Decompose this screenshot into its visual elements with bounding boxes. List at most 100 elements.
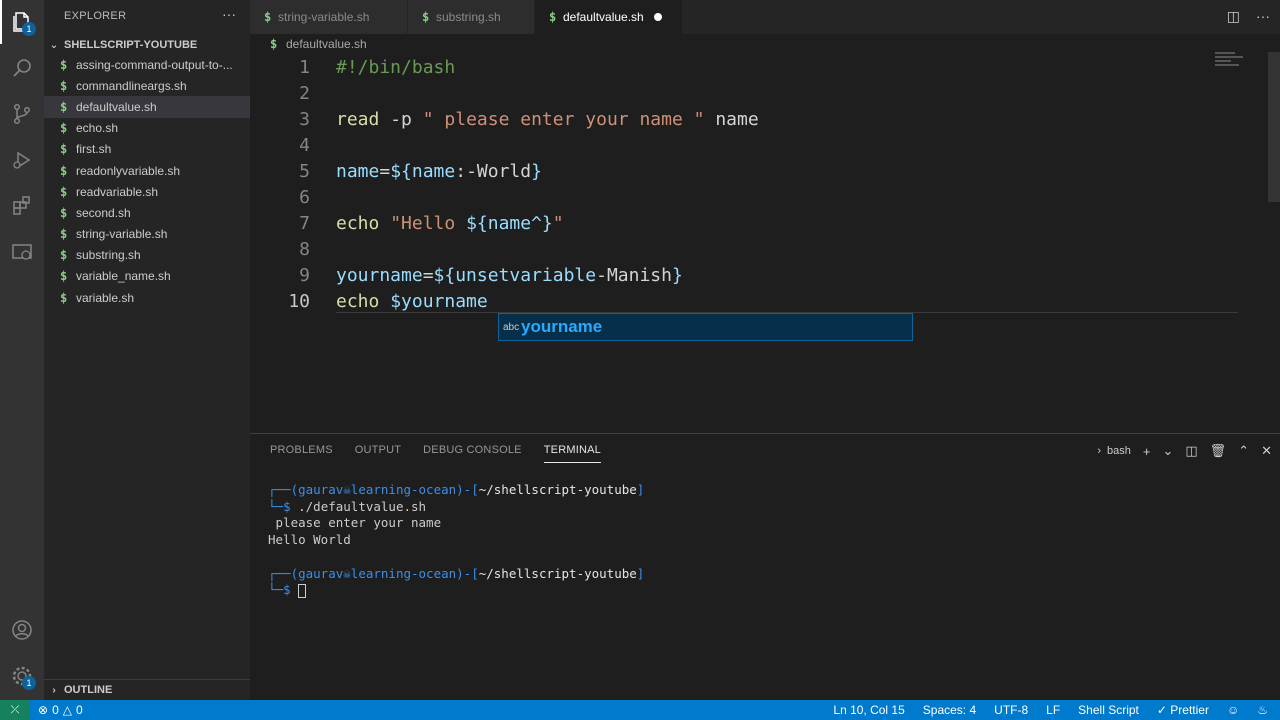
chevron-down-icon[interactable]: ⌄	[1162, 443, 1173, 459]
code-text: #!/bin/bash	[336, 56, 456, 78]
split-editor-icon[interactable]: ◫	[1227, 8, 1240, 25]
formatter-label: Prettier	[1170, 703, 1209, 717]
tab-terminal[interactable]: TERMINAL	[543, 442, 601, 463]
editor-actions: ◫ ···	[1227, 8, 1270, 25]
outline-section[interactable]: › OUTLINE	[44, 679, 250, 700]
split-terminal-icon[interactable]: ◫	[1185, 443, 1197, 459]
terminal-shell-selector[interactable]: › bash	[1097, 445, 1131, 457]
file-item[interactable]: $ variable_name.sh	[44, 266, 250, 287]
breadcrumb[interactable]: $ defaultvalue.sh	[270, 35, 367, 53]
tab-substring[interactable]: $ substring.sh	[408, 0, 535, 34]
extensions-icon[interactable]	[0, 184, 44, 228]
file-label: assing-command-output-to-...	[76, 57, 233, 72]
settings-gear-icon[interactable]: 1	[0, 654, 44, 698]
file-item[interactable]: $ variable.sh	[44, 287, 250, 308]
explorer-title: EXPLORER	[64, 10, 127, 22]
file-item[interactable]: $ string-variable.sh	[44, 224, 250, 245]
feedback-icon[interactable]: ☺	[1227, 703, 1239, 717]
file-item[interactable]: $ readvariable.sh	[44, 181, 250, 202]
terminal-cursor	[298, 583, 307, 598]
cursor-position[interactable]: Ln 10, Col 15	[833, 703, 904, 717]
file-item[interactable]: $ first.sh	[44, 139, 250, 160]
code-text: yourname=${unsetvariable-Manish}	[336, 264, 683, 286]
explorer-icon[interactable]: 1	[0, 0, 44, 44]
autocomplete-suggestion[interactable]: abc yourname	[498, 313, 913, 341]
file-label: second.sh	[76, 205, 131, 220]
file-item[interactable]: $ commandlineargs.sh	[44, 75, 250, 96]
tab-output[interactable]: OUTPUT	[355, 442, 401, 463]
shell-file-icon: $	[60, 78, 68, 93]
file-item[interactable]: $ readonlyvariable.sh	[44, 160, 250, 181]
terminal-output[interactable]: ┌──(gaurav☠learning-ocean)-[~/shellscrip…	[268, 482, 1268, 599]
workspace-folder[interactable]: ⌄ SHELLSCRIPT-YOUTUBE	[44, 34, 250, 56]
error-icon: ⊗	[38, 703, 49, 717]
code-line: 7 echo "Hello ${name^}"	[250, 210, 1250, 236]
file-item[interactable]: $ substring.sh	[44, 245, 250, 266]
prompt-line: ┌──(gaurav☠learning-ocean)-[~/shellscrip…	[268, 565, 645, 581]
tab-label: string-variable.sh	[278, 10, 370, 24]
tab-label: substring.sh	[436, 10, 501, 24]
tab-problems[interactable]: PROBLEMS	[270, 442, 333, 463]
file-label: echo.sh	[76, 121, 119, 136]
editor-scrollbar[interactable]	[1268, 52, 1280, 202]
problems-status[interactable]: ⊗ 0 △ 0	[38, 703, 83, 717]
status-right: Ln 10, Col 15 Spaces: 4 UTF-8 LF Shell S…	[833, 700, 1268, 720]
minimap[interactable]	[1215, 52, 1245, 72]
editor-tab-bar: $ string-variable.sh $ substring.sh $ de…	[250, 0, 1280, 34]
tab-defaultvalue[interactable]: $ defaultvalue.sh	[535, 0, 683, 34]
encoding[interactable]: UTF-8	[994, 703, 1028, 717]
language-mode[interactable]: Shell Script	[1078, 703, 1139, 717]
file-item-active[interactable]: $ defaultvalue.sh	[44, 96, 250, 118]
explorer-badge: 1	[22, 22, 36, 36]
file-label: variable_name.sh	[76, 269, 171, 284]
indentation[interactable]: Spaces: 4	[923, 703, 976, 717]
tab-string-variable[interactable]: $ string-variable.sh	[250, 0, 408, 34]
prettier-status[interactable]: ✓ Prettier	[1157, 703, 1209, 717]
shell-file-icon: $	[60, 121, 68, 136]
line-number: 8	[299, 238, 310, 260]
file-label: commandlineargs.sh	[76, 78, 187, 93]
code-line: 5 name=${name:-World}	[250, 158, 1250, 184]
line-number: 10	[288, 290, 310, 312]
code-text: echo "Hello ${name^}"	[336, 212, 564, 234]
chevron-down-icon: ⌄	[49, 39, 59, 51]
file-item[interactable]: $ second.sh	[44, 202, 250, 223]
trash-icon[interactable]: 🗑	[1210, 443, 1227, 459]
prompt-host: learning-ocean	[350, 565, 457, 581]
bottom-panel: PROBLEMS OUTPUT DEBUG CONSOLE TERMINAL ›…	[250, 433, 1280, 700]
more-actions-icon[interactable]: ···	[222, 6, 236, 22]
terminal-output-line: please enter your name	[268, 515, 442, 531]
end-of-line[interactable]: LF	[1046, 703, 1060, 717]
file-label: readonlyvariable.sh	[76, 163, 181, 178]
shell-file-icon: $	[549, 10, 557, 24]
prompt-path: ~/shellscript-youtube	[478, 565, 637, 581]
file-label: readvariable.sh	[76, 184, 159, 199]
unsaved-dot-icon[interactable]	[653, 13, 662, 21]
activity-bar: 1 1	[0, 0, 44, 700]
file-item[interactable]: $ assing-command-output-to-...	[44, 54, 250, 75]
maximize-panel-icon[interactable]: ⌃	[1238, 443, 1249, 459]
code-text: read -p " please enter your name " name	[336, 108, 759, 130]
run-debug-icon[interactable]	[0, 138, 44, 182]
terminal-output-line: Hello World	[268, 532, 351, 548]
warning-count: 0	[75, 703, 83, 717]
add-terminal-icon[interactable]: +	[1143, 444, 1151, 459]
status-bar: ⤫ ⊗ 0 △ 0 Ln 10, Col 15 Spaces: 4 UTF-8 …	[0, 700, 1280, 720]
source-control-icon[interactable]	[0, 92, 44, 136]
file-item[interactable]: $ echo.sh	[44, 118, 250, 139]
account-icon[interactable]	[0, 608, 44, 652]
code-editor[interactable]: 1 #!/bin/bash 2 3 read -p " please enter y…	[250, 53, 1280, 433]
close-icon[interactable]: ✕	[1261, 443, 1272, 459]
search-icon[interactable]	[0, 46, 44, 90]
line-number: 5	[299, 160, 310, 182]
more-actions-icon[interactable]: ···	[1256, 8, 1270, 25]
code-line: 2	[250, 80, 1250, 106]
shell-label: bash	[1107, 445, 1131, 457]
code-text: name=${name:-World}	[336, 160, 542, 182]
shell-file-icon: $	[60, 227, 68, 242]
remote-explorer-icon[interactable]	[0, 230, 44, 274]
tab-debug-console[interactable]: DEBUG CONSOLE	[423, 442, 522, 463]
bell-icon[interactable]: ♨	[1257, 703, 1268, 717]
terminal-icon: ›	[1097, 445, 1102, 457]
remote-indicator-icon[interactable]: ⤫	[0, 700, 30, 720]
